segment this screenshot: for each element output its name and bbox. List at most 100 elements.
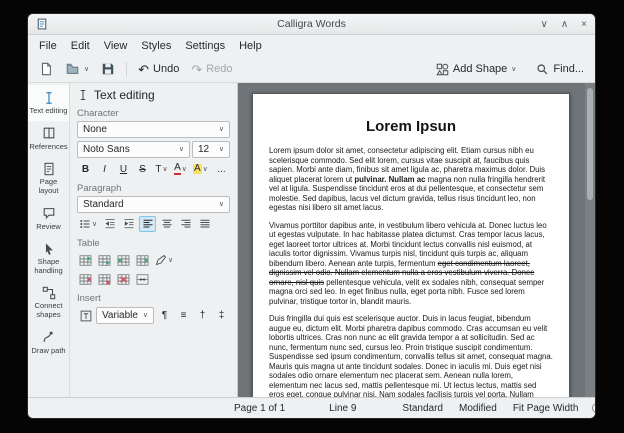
chevron-down-icon: ∨ (143, 312, 148, 319)
insert-toc-button[interactable]: ≡ (175, 308, 192, 324)
paragraph-style-dropdown[interactable]: Standard ∨ (77, 196, 230, 213)
menu-help[interactable]: Help (232, 38, 269, 54)
paragraph-style-value: Standard (83, 199, 124, 210)
open-folder-icon (65, 62, 80, 76)
italic-button[interactable]: I (96, 161, 113, 177)
add-shape-button[interactable]: Add Shape ∨ (431, 58, 522, 80)
tab-label: Page layout (29, 178, 68, 195)
bold-button[interactable]: B (77, 161, 94, 177)
text-editing-panel: Text editing Character None ∨ Noto Sans … (70, 83, 238, 397)
font-family-dropdown[interactable]: Noto Sans ∨ (77, 141, 190, 158)
highlight-color-button[interactable]: A ∨ (191, 161, 210, 177)
tab-review[interactable]: Review (28, 201, 69, 237)
document-paragraph[interactable]: Vivamus porttitor dapibus ante, in vesti… (269, 221, 553, 307)
panel-title: Text editing (94, 88, 155, 102)
font-size-dropdown[interactable]: 12 ∨ (192, 141, 230, 158)
maximize-button[interactable]: ∧ (561, 19, 568, 30)
insert-column-right-button[interactable] (134, 252, 151, 268)
menubar: File Edit View Styles Settings Help (28, 35, 595, 56)
tool-tab-strip: Text editing References Page layout Revi… (28, 83, 70, 397)
style-indicator[interactable]: Standard (402, 403, 443, 414)
delete-column-button[interactable] (96, 271, 113, 287)
underline-button[interactable]: U (115, 161, 132, 177)
connect-shapes-icon (42, 285, 56, 300)
align-left-button[interactable] (139, 216, 156, 232)
tab-shape-handling[interactable]: Shape handling (28, 236, 69, 280)
insert-column-left-button[interactable] (115, 252, 132, 268)
insert-footnote-button[interactable]: † (194, 308, 211, 324)
menu-file[interactable]: File (32, 38, 64, 54)
menu-settings[interactable]: Settings (178, 38, 232, 54)
statusbar: Page 1 of 1 Line 9 Standard Modified Fit… (28, 397, 595, 418)
insert-row-below-icon (98, 255, 111, 266)
more-character-options-button[interactable]: ... (213, 161, 230, 177)
toolbar-separator (126, 62, 127, 77)
save-button[interactable] (96, 58, 120, 80)
menu-view[interactable]: View (97, 38, 135, 54)
zoom-slider-handle[interactable] (592, 403, 596, 413)
menu-edit[interactable]: Edit (64, 38, 97, 54)
delete-row-button[interactable] (77, 271, 94, 287)
tab-label: Shape handling (29, 258, 68, 275)
document-page[interactable]: Lorem Ipsun Lorem ipsum dolor sit amet, … (252, 93, 570, 397)
insert-endnote-button[interactable]: ‡ (213, 308, 230, 324)
delete-row-icon (79, 274, 92, 285)
close-button[interactable]: × (581, 19, 587, 30)
vertical-scrollbar[interactable] (585, 83, 595, 397)
merge-cells-button[interactable] (134, 271, 151, 287)
undo-label: Undo (153, 63, 179, 75)
text-format-glyph: T (155, 164, 161, 175)
insert-row-above-button[interactable] (77, 252, 94, 268)
align-center-button[interactable] (158, 216, 175, 232)
undo-button[interactable]: ↶ Undo (133, 58, 184, 80)
app-window: Calligra Words ∨ ∧ × File Edit View Styl… (27, 13, 596, 419)
open-document-button[interactable]: ∨ (60, 58, 94, 80)
chevron-down-icon: ∨ (168, 257, 173, 264)
chevron-down-icon: ∨ (511, 66, 516, 73)
merge-cells-icon (136, 274, 149, 285)
shape-handling-icon (42, 241, 56, 256)
tab-draw-path[interactable]: Draw path (28, 325, 69, 361)
align-justify-button[interactable] (196, 216, 213, 232)
insert-variable-dropdown[interactable]: Variable ∨ (96, 307, 154, 324)
document-paragraph[interactable]: Lorem ipsum dolor sit amet, consectetur … (269, 146, 553, 213)
tab-text-editing[interactable]: Text editing (28, 85, 69, 121)
character-style-dropdown[interactable]: None ∨ (77, 121, 230, 138)
insert-text-frame-button[interactable] (77, 308, 94, 324)
draw-path-icon (42, 330, 56, 345)
table-section-label: Table (77, 238, 230, 249)
document-paragraph[interactable]: Duis fringilla dui quis est scelerisque … (269, 314, 553, 397)
text-frame-icon (80, 310, 92, 322)
delete-table-button[interactable] (115, 271, 132, 287)
delete-column-icon (98, 274, 111, 285)
toolbar: ∨ ↶ Undo ↷ Redo Add Shape ∨ Find... (28, 56, 595, 83)
redo-icon: ↷ (191, 63, 202, 76)
text-run: Duis fringilla dui quis est scelerisque … (269, 314, 553, 397)
new-document-button[interactable] (34, 58, 58, 80)
tab-references[interactable]: References (28, 121, 69, 157)
increase-indent-button[interactable] (120, 216, 137, 232)
insert-pilcrow-button[interactable]: ¶ (156, 308, 173, 324)
tab-connect-shapes[interactable]: Connect shapes (28, 280, 69, 324)
document-body[interactable]: Lorem ipsum dolor sit amet, consectetur … (269, 146, 553, 397)
redo-button[interactable]: ↷ Redo (186, 58, 237, 80)
tab-page-layout[interactable]: Page layout (28, 156, 69, 200)
scrollbar-thumb[interactable] (587, 88, 593, 200)
document-title[interactable]: Lorem Ipsun (269, 118, 553, 135)
font-color-button[interactable]: A ∨ (172, 161, 189, 177)
zoom-mode-selector[interactable]: Fit Page Width (513, 403, 579, 414)
insert-section-label: Insert (77, 293, 230, 304)
menu-styles[interactable]: Styles (134, 38, 178, 54)
chevron-down-icon: ∨ (203, 166, 208, 173)
strikethrough-button[interactable]: S (134, 161, 151, 177)
table-border-pen-button[interactable]: ∨ (153, 252, 175, 268)
insert-row-below-button[interactable] (96, 252, 113, 268)
decrease-indent-button[interactable] (101, 216, 118, 232)
align-right-button[interactable] (177, 216, 194, 232)
minimize-button[interactable]: ∨ (541, 19, 548, 30)
chevron-down-icon: ∨ (219, 201, 224, 208)
list-style-button[interactable]: ∨ (77, 216, 99, 232)
modified-indicator: Modified (459, 403, 497, 414)
text-format-button[interactable]: T ∨ (153, 161, 170, 177)
find-button[interactable]: Find... (531, 58, 589, 80)
